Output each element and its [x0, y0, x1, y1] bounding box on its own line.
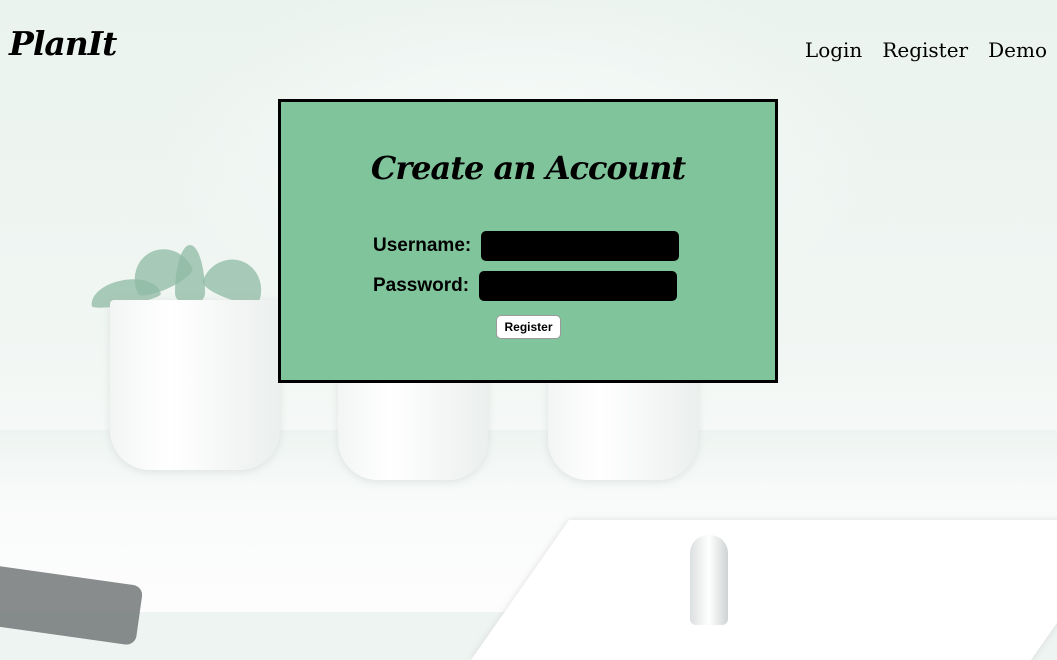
top-nav: Login Register Demo [805, 36, 1047, 64]
logo: PlanIt [9, 24, 117, 63]
password-input[interactable] [479, 271, 678, 301]
background-plant-pot [548, 370, 698, 480]
username-label: Username: [373, 235, 472, 256]
register-form-card: Create an Account Username: Password: Re… [278, 99, 778, 383]
background-notebook [470, 520, 1057, 660]
register-button[interactable]: Register [496, 315, 561, 339]
form-title: Create an Account [370, 149, 686, 187]
nav-demo-link[interactable]: Demo [988, 36, 1047, 64]
password-label: Password: [373, 275, 470, 296]
username-input[interactable] [481, 231, 680, 261]
password-row: Password: [373, 271, 678, 301]
nav-login-link[interactable]: Login [805, 36, 862, 64]
background-plant-pot [338, 370, 488, 480]
username-row: Username: [373, 231, 680, 261]
nav-register-link[interactable]: Register [882, 36, 968, 64]
background-plant-pot [110, 300, 280, 470]
